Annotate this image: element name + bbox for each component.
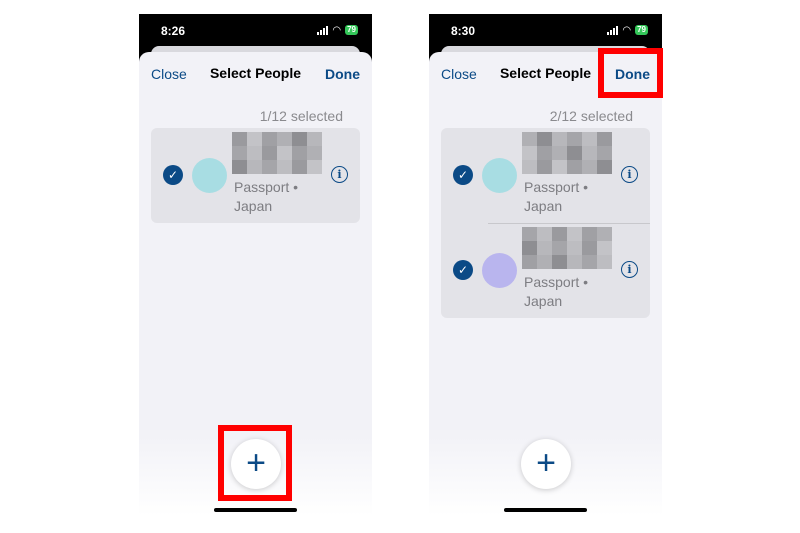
blurred-name-pixel xyxy=(307,146,322,160)
blurred-name-pixel xyxy=(552,227,567,241)
blurred-name-pixel xyxy=(582,146,597,160)
home-indicator xyxy=(504,508,587,512)
blurred-name-pixel xyxy=(537,255,552,269)
battery-icon: 79 xyxy=(345,25,358,35)
blurred-name-pixel xyxy=(522,241,537,255)
home-indicator xyxy=(214,508,297,512)
person-row[interactable]: ✓ Passport • Japan i xyxy=(441,128,650,223)
blurred-name-pixel xyxy=(537,132,552,146)
blurred-name-pixel xyxy=(537,227,552,241)
person-row[interactable]: ✓ Passport • Japan i xyxy=(441,223,650,318)
blurred-name-pixel xyxy=(262,146,277,160)
blurred-name-pixel xyxy=(552,241,567,255)
blurred-name-pixel xyxy=(582,255,597,269)
avatar xyxy=(482,253,517,288)
blurred-name-pixel xyxy=(522,227,537,241)
person-subtitle: Passport • Japan xyxy=(524,179,589,214)
plus-icon: + xyxy=(536,444,556,482)
avatar xyxy=(482,158,517,193)
checkmark-icon[interactable]: ✓ xyxy=(453,260,473,280)
selected-count: 1/12 selected xyxy=(259,108,343,124)
blurred-name-pixel xyxy=(522,255,537,269)
blurred-name-pixel xyxy=(537,160,552,174)
people-list: ✓ Passport • Japan i ✓ Passport • Japan i xyxy=(441,128,650,318)
blurred-name-pixel xyxy=(582,227,597,241)
blurred-name-pixel xyxy=(567,146,582,160)
people-list: ✓ Passport • Japan i xyxy=(151,128,360,223)
selected-count: 2/12 selected xyxy=(549,108,633,124)
blurred-name-pixel xyxy=(597,160,612,174)
blurred-name-pixel xyxy=(232,132,247,146)
person-subtitle: Passport • Japan xyxy=(524,274,589,309)
info-icon[interactable]: i xyxy=(621,261,638,278)
blurred-name-pixel xyxy=(262,132,277,146)
blurred-name-pixel xyxy=(597,255,612,269)
blurred-name-pixel xyxy=(232,146,247,160)
blurred-name-pixel xyxy=(232,160,247,174)
blurred-name-pixel xyxy=(247,160,262,174)
avatar xyxy=(192,158,227,193)
blurred-name-pixel xyxy=(552,132,567,146)
wifi-icon: ◠ xyxy=(622,24,632,36)
blurred-name-pixel xyxy=(307,160,322,174)
blurred-name-pixel xyxy=(292,146,307,160)
blurred-name-pixel xyxy=(582,160,597,174)
signal-icon xyxy=(317,25,329,35)
blurred-name-pixel xyxy=(522,132,537,146)
blurred-name-pixel xyxy=(247,132,262,146)
blurred-name-pixel xyxy=(552,255,567,269)
blurred-name-pixel xyxy=(277,160,292,174)
blurred-name-pixel xyxy=(567,241,582,255)
status-bar: 8:30 ◠ 79 xyxy=(451,24,648,38)
blurred-name xyxy=(522,227,612,269)
done-button[interactable]: Done xyxy=(325,66,360,82)
add-button[interactable]: + xyxy=(521,439,571,489)
select-people-sheet: Close Select People Done 2/12 selected ✓… xyxy=(429,52,662,516)
highlight-box-add-button xyxy=(218,425,292,501)
blurred-name xyxy=(232,132,322,174)
person-row[interactable]: ✓ Passport • Japan i xyxy=(151,128,360,223)
blurred-name-pixel xyxy=(597,241,612,255)
blurred-name-pixel xyxy=(552,146,567,160)
blurred-name-pixel xyxy=(522,146,537,160)
battery-icon: 79 xyxy=(635,25,648,35)
blurred-name-pixel xyxy=(567,132,582,146)
checkmark-icon[interactable]: ✓ xyxy=(163,165,183,185)
status-bar: 8:26 ◠ 79 xyxy=(161,24,358,38)
checkmark-icon[interactable]: ✓ xyxy=(453,165,473,185)
row-divider xyxy=(488,223,650,224)
blurred-name-pixel xyxy=(277,146,292,160)
blurred-name-pixel xyxy=(597,146,612,160)
wifi-icon: ◠ xyxy=(332,24,342,36)
blurred-name-pixel xyxy=(522,160,537,174)
blurred-name-pixel xyxy=(292,132,307,146)
blurred-name-pixel xyxy=(567,255,582,269)
blurred-name-pixel xyxy=(582,132,597,146)
blurred-name-pixel xyxy=(292,160,307,174)
blurred-name-pixel xyxy=(597,132,612,146)
blurred-name-pixel xyxy=(567,227,582,241)
signal-icon xyxy=(607,25,619,35)
person-subtitle: Passport • Japan xyxy=(234,179,299,214)
blurred-name-pixel xyxy=(582,241,597,255)
blurred-name-pixel xyxy=(262,160,277,174)
blurred-name xyxy=(522,132,612,174)
blurred-name-pixel xyxy=(567,160,582,174)
info-icon[interactable]: i xyxy=(621,166,638,183)
blurred-name-pixel xyxy=(277,132,292,146)
highlight-box-done-button xyxy=(598,48,663,98)
blurred-name-pixel xyxy=(307,132,322,146)
blurred-name-pixel xyxy=(537,146,552,160)
blurred-name-pixel xyxy=(247,146,262,160)
blurred-name-pixel xyxy=(537,241,552,255)
blurred-name-pixel xyxy=(552,160,567,174)
blurred-name-pixel xyxy=(597,227,612,241)
info-icon[interactable]: i xyxy=(331,166,348,183)
